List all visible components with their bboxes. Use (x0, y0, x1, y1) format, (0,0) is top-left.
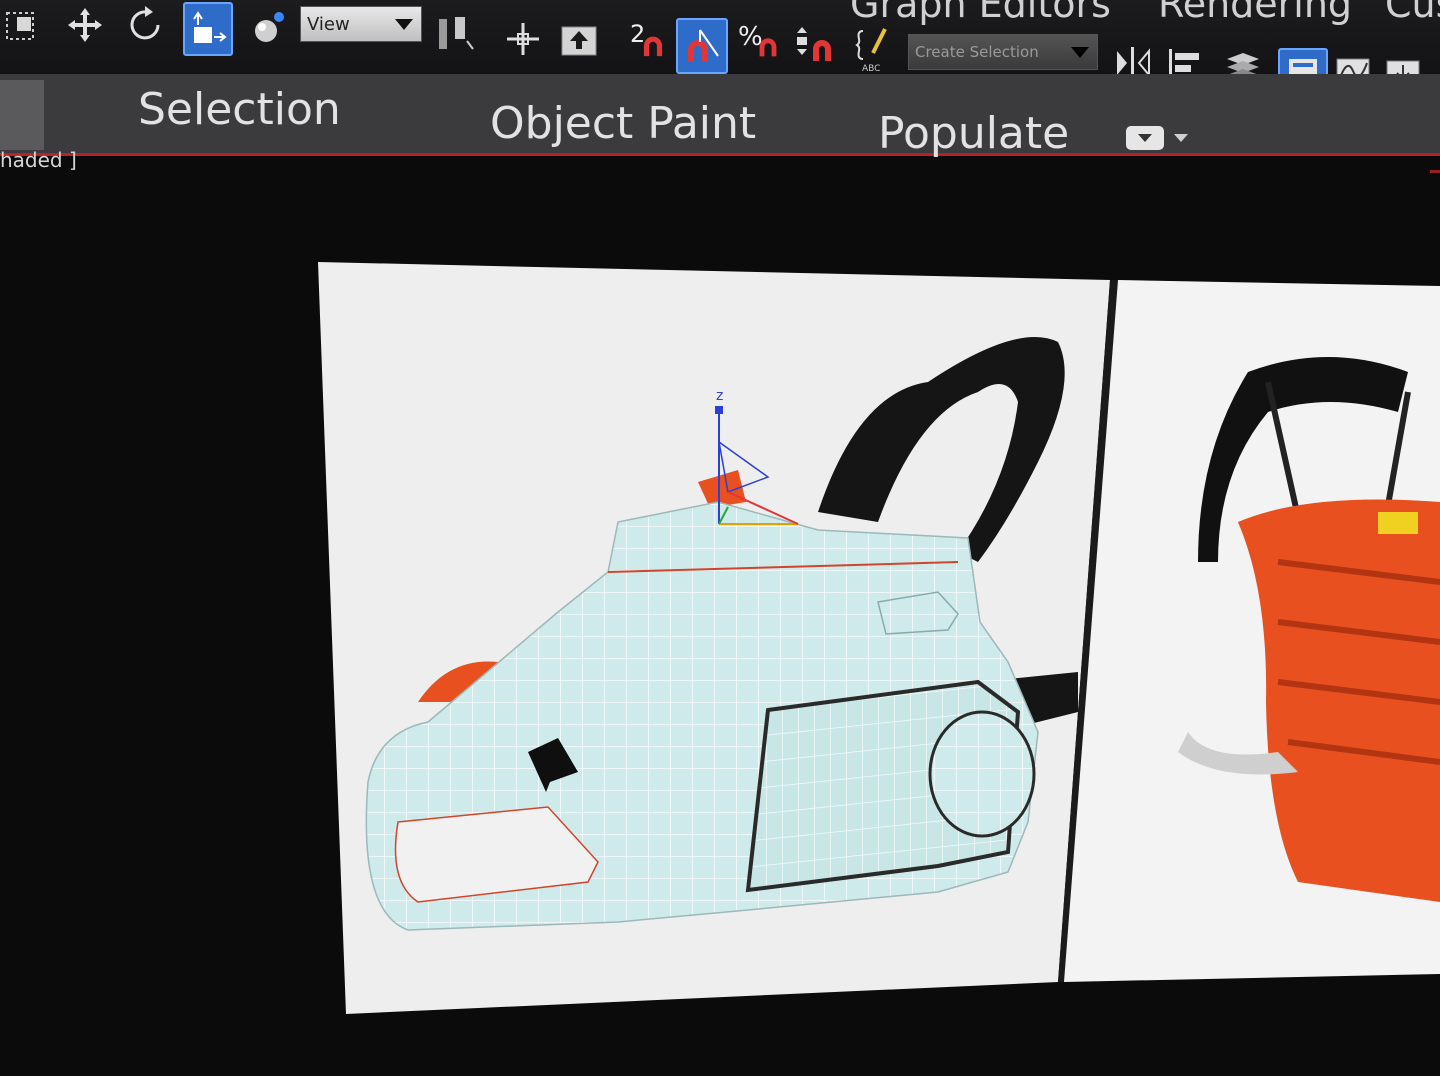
select-manipulate-button[interactable] (500, 16, 546, 62)
named-selection-set-value: Create Selection (915, 43, 1039, 61)
snaps-toggle-button[interactable]: 2 (622, 20, 668, 66)
magnet-icon (643, 36, 663, 57)
keyboard-shortcut-override-button[interactable] (556, 18, 602, 64)
toggle-scene-explorer-button[interactable] (1220, 44, 1266, 74)
align-icon (1169, 49, 1199, 74)
layer-explorer-icon (1289, 59, 1317, 74)
named-selection-set-dropdown[interactable]: Create Selection (908, 34, 1098, 70)
chevron-down-icon (1071, 47, 1089, 58)
tab-selection[interactable]: Selection (138, 84, 341, 135)
chevron-down-icon (395, 19, 413, 30)
magnet-icon (759, 38, 777, 57)
select-and-place-button[interactable] (246, 4, 292, 50)
gizmo-axis-z-label: z (716, 388, 723, 404)
schematic-view-button[interactable] (1380, 52, 1426, 74)
ribbon-collapse-tab[interactable] (0, 80, 44, 150)
align-button[interactable] (1162, 42, 1208, 74)
angle-snap-button[interactable] (676, 18, 728, 74)
ribbon-menu-icon (1126, 126, 1164, 150)
scale-button[interactable] (183, 2, 233, 56)
schematic-icon (1386, 60, 1420, 74)
reference-coordinate-value: View (307, 13, 350, 35)
menu-customize[interactable]: Cus (1385, 0, 1440, 26)
curve-editor-icon (1336, 58, 1370, 74)
edit-named-selection-sets-button[interactable]: ABC (852, 24, 898, 74)
mirror-icon (1117, 47, 1150, 74)
select-region-button[interactable] (0, 4, 46, 50)
ribbon-options-button[interactable] (1126, 126, 1188, 150)
named-sets-sublabel: ABC (862, 64, 881, 74)
crosshair-icon (507, 23, 539, 55)
toggle-layer-explorer-button[interactable] (1278, 48, 1328, 74)
tab-populate[interactable]: Populate (878, 108, 1069, 159)
percent-snap-button[interactable]: % (736, 20, 782, 66)
scene-render: z (318, 262, 1440, 1014)
curve-editor-button[interactable] (1330, 50, 1376, 74)
menu-rendering[interactable]: Rendering (1158, 0, 1352, 26)
upload-arrow-icon (561, 26, 597, 56)
select-region-icon (6, 12, 34, 40)
mirror-button[interactable] (1110, 40, 1156, 74)
layers-icon (1227, 53, 1259, 74)
pivot-center-button[interactable] (432, 10, 478, 56)
move-icon (68, 8, 102, 42)
reference-coordinate-dropdown[interactable]: View (300, 6, 422, 42)
rotate-button[interactable] (122, 2, 168, 48)
ribbon-bar: Selection Object Paint Populate (0, 74, 1440, 159)
main-toolbar: Graph Editors Rendering Cus (0, 0, 1440, 74)
tab-object-paint[interactable]: Object Paint (490, 98, 756, 149)
spinner-snap-button[interactable] (790, 20, 836, 66)
sphere-place-icon (255, 12, 284, 42)
angle-magnet-icon (688, 29, 719, 62)
move-button[interactable] (62, 2, 108, 48)
named-sets-icon (855, 28, 887, 60)
viewport-scene[interactable]: z (318, 262, 1440, 1022)
viewport-shading-label[interactable]: haded ] (0, 148, 77, 172)
spinner-magnet-icon (797, 27, 831, 61)
menu-graph-editors[interactable]: Graph Editors (850, 0, 1111, 26)
chevron-down-icon (1174, 134, 1188, 142)
pivot-center-icon (439, 17, 474, 50)
scale-icon (193, 11, 227, 43)
rotate-icon (130, 6, 160, 40)
